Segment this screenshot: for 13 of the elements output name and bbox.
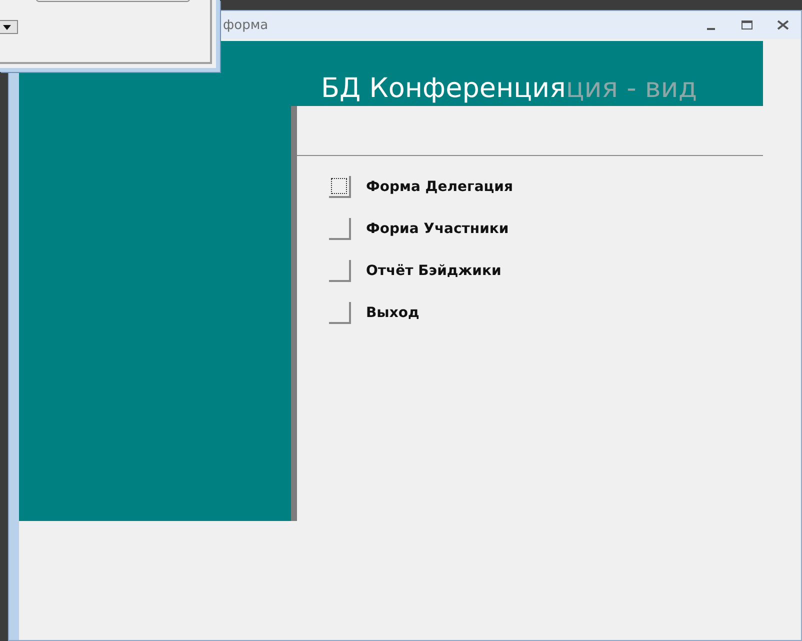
maximize-icon bbox=[741, 20, 753, 30]
menu-label: Фориа Участники bbox=[366, 221, 509, 237]
menu-button[interactable] bbox=[329, 176, 351, 198]
minimize-icon bbox=[707, 28, 715, 30]
menu-label: Отчёт Бэйджики bbox=[366, 263, 502, 279]
menu-label: Выход bbox=[366, 305, 420, 321]
menu-label: Форма Делегация bbox=[366, 179, 513, 195]
close-icon bbox=[777, 20, 789, 30]
caret-down-icon bbox=[3, 24, 11, 30]
form-title: БД Конференция bbox=[321, 73, 566, 106]
ghost-title-text: ция - вид bbox=[566, 73, 698, 106]
window-title: форма bbox=[223, 18, 270, 32]
dropdown-button[interactable] bbox=[0, 20, 18, 34]
